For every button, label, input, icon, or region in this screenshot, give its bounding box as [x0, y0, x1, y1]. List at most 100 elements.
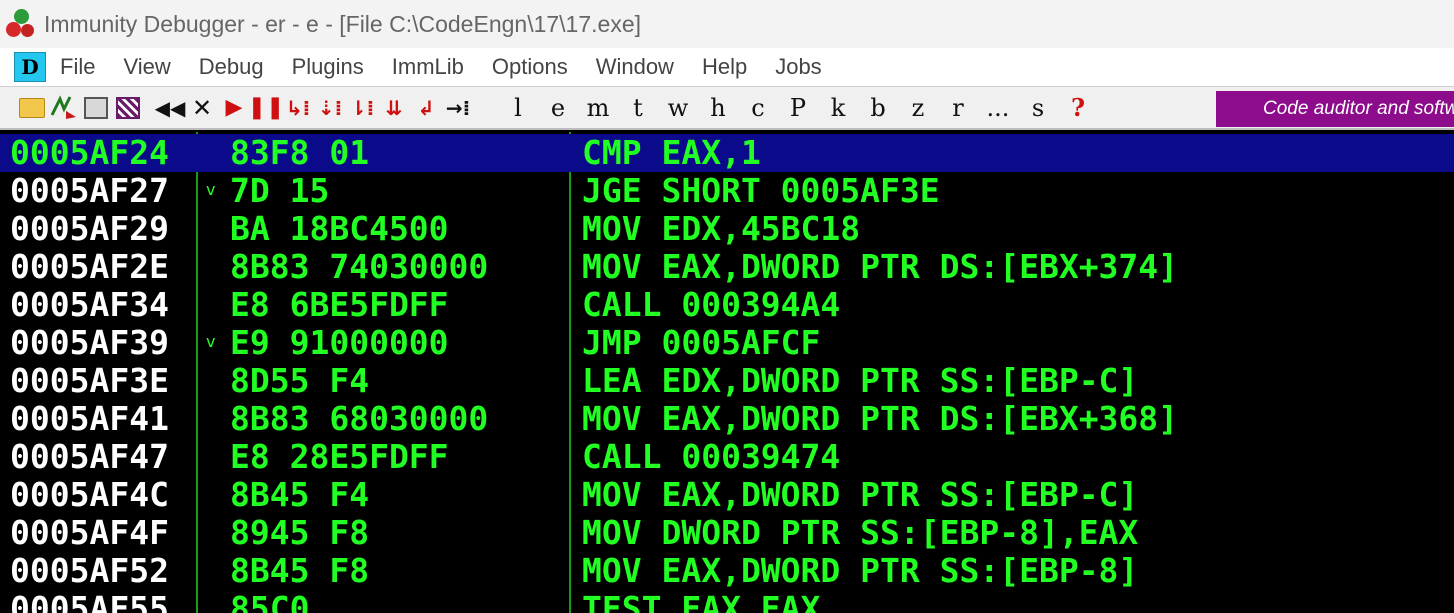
hex-dump-cell: 83F8 01: [230, 133, 370, 172]
instruction-cell: JGE SHORT 0005AF3E: [582, 171, 940, 210]
d-menu-button[interactable]: D: [14, 52, 46, 82]
hex-dump-cell: BA 18BC4500: [230, 209, 449, 248]
instruction-cell: CALL 00039474: [582, 437, 841, 476]
disassembly-row[interactable]: 0005AF39 v E9 91000000 JMP 0005AFCF: [0, 324, 1454, 362]
menu-debug[interactable]: Debug: [199, 54, 264, 80]
disassembly-row[interactable]: 0005AF4F 8945 F8 MOV DWORD PTR SS:[EBP-8],…: [0, 514, 1454, 552]
hex-dump-cell: 8B45 F8: [230, 551, 370, 590]
immunity-debugger-logo-icon: [4, 7, 38, 41]
menu-window[interactable]: Window: [596, 54, 674, 80]
disassembly-row[interactable]: 0005AF29 BA 18BC4500 MOV EDX,45BC18: [0, 210, 1454, 248]
executable-modules-button[interactable]: e: [538, 91, 578, 125]
disassembly-row[interactable]: 0005AF55 85C0 TEST EAX,EAX: [0, 590, 1454, 613]
address-cell: 0005AF4C: [10, 475, 169, 514]
step-into-icon[interactable]: ↳⁞: [282, 91, 314, 125]
hex-dump-cell: 8D55 F4: [230, 361, 370, 400]
instruction-cell: MOV DWORD PTR SS:[EBP-8],EAX: [582, 513, 1139, 552]
disassembly-row[interactable]: 0005AF52 8B45 F8 MOV EAX,DWORD PTR SS:[EBP…: [0, 552, 1454, 590]
threads-button[interactable]: t: [618, 91, 658, 125]
pause-icon[interactable]: ❚❚: [248, 91, 285, 125]
disassembly-row[interactable]: 0005AF4C 8B45 F4 MOV EAX,DWORD PTR SS:[EBP…: [0, 476, 1454, 514]
window-title: Immunity Debugger - er - e - [File C:\Co…: [44, 10, 642, 37]
breakpoints-button[interactable]: b: [858, 91, 898, 125]
address-cell: 0005AF52: [10, 551, 169, 590]
instruction-cell: LEA EDX,DWORD PTR SS:[EBP-C]: [582, 361, 1139, 400]
address-cell: 0005AF34: [10, 285, 169, 324]
trace-into-icon[interactable]: ⇂⁞: [346, 91, 378, 125]
hex-dump-cell: E8 28E5FDFF: [230, 437, 449, 476]
memory-icon[interactable]: [112, 91, 144, 125]
memory-map-button[interactable]: m: [578, 91, 618, 125]
hex-dump-cell: 8B83 68030000: [230, 399, 489, 438]
instruction-cell: MOV EAX,DWORD PTR SS:[EBP-8]: [582, 551, 1139, 590]
menu-immlib[interactable]: ImmLib: [392, 54, 464, 80]
rewind-icon[interactable]: ◀◀: [154, 91, 186, 125]
menu-plugins[interactable]: Plugins: [292, 54, 364, 80]
instruction-cell: MOV EAX,DWORD PTR SS:[EBP-C]: [582, 475, 1139, 514]
toolbar: ◀◀ ✕ ▶ ❚❚ ↳⁞ ⇣⁞ ⇂⁞ ⇊ ↲ →⁞ l e m t w h c …: [0, 86, 1454, 130]
cpu-button[interactable]: c: [738, 91, 778, 125]
disassembly-row[interactable]: 0005AF27 v 7D 15 JGE SHORT 0005AF3E: [0, 172, 1454, 210]
hardware-breakpoints-button[interactable]: z: [898, 91, 938, 125]
run-icon[interactable]: ▶: [218, 91, 250, 125]
restart-icon[interactable]: [48, 91, 80, 125]
instruction-cell: MOV EDX,45BC18: [582, 209, 861, 248]
disassembly-row[interactable]: 0005AF47 E8 28E5FDFF CALL 00039474: [0, 438, 1454, 476]
disassembly-row[interactable]: 0005AF41 8B83 68030000 MOV EAX,DWORD PTR D…: [0, 400, 1454, 438]
menu-options[interactable]: Options: [492, 54, 568, 80]
disassembly-row[interactable]: 0005AF2E 8B83 74030000 MOV EAX,DWORD PTR D…: [0, 248, 1454, 286]
hex-dump-cell: E9 91000000: [230, 323, 449, 362]
instruction-cell: TEST EAX,EAX: [582, 589, 821, 613]
handles-button[interactable]: h: [698, 91, 738, 125]
hex-dump-cell: 7D 15: [230, 171, 330, 210]
close-icon[interactable]: ✕: [186, 91, 218, 125]
menu-bar: D File View Debug Plugins ImmLib Options…: [0, 48, 1454, 86]
step-over-icon[interactable]: ⇣⁞: [314, 91, 346, 125]
log-window-button[interactable]: l: [498, 91, 538, 125]
run-trace-button[interactable]: r: [938, 91, 978, 125]
execute-till-return-icon[interactable]: ↲: [410, 91, 442, 125]
patches-button[interactable]: P: [778, 91, 818, 125]
help-button[interactable]: ?: [1058, 91, 1098, 125]
instruction-cell: JMP 0005AFCF: [582, 323, 821, 362]
hex-dump-cell: 85C0: [230, 589, 310, 613]
jump-arrow-icon: v: [206, 180, 216, 199]
source-button[interactable]: s: [1018, 91, 1058, 125]
go-to-icon[interactable]: →⁞: [442, 91, 474, 125]
call-stack-button[interactable]: k: [818, 91, 858, 125]
disassembly-row[interactable]: 0005AF24 83F8 01 CMP EAX,1: [0, 134, 1454, 172]
menu-jobs[interactable]: Jobs: [775, 54, 821, 80]
hex-dump-cell: 8B83 74030000: [230, 247, 489, 286]
address-cell: 0005AF39: [10, 323, 169, 362]
hex-dump-cell: 8945 F8: [230, 513, 370, 552]
hex-dump-cell: E8 6BE5FDFF: [230, 285, 449, 324]
windows-button[interactable]: w: [658, 91, 698, 125]
address-cell: 0005AF47: [10, 437, 169, 476]
address-cell: 0005AF27: [10, 171, 169, 210]
instruction-cell: MOV EAX,DWORD PTR DS:[EBX+374]: [582, 247, 1179, 286]
close-window-icon[interactable]: [80, 91, 112, 125]
address-cell: 0005AF3E: [10, 361, 169, 400]
instruction-cell: CALL 000394A4: [582, 285, 841, 324]
address-cell: 0005AF41: [10, 399, 169, 438]
open-folder-icon[interactable]: [16, 91, 48, 125]
disassembly-row[interactable]: 0005AF3E 8D55 F4 LEA EDX,DWORD PTR SS:[EBP…: [0, 362, 1454, 400]
disassembly-row[interactable]: 0005AF34 E8 6BE5FDFF CALL 000394A4: [0, 286, 1454, 324]
references-button[interactable]: ...: [978, 91, 1018, 125]
menu-file[interactable]: File: [60, 54, 95, 80]
instruction-cell: MOV EAX,DWORD PTR DS:[EBX+368]: [582, 399, 1179, 438]
address-cell: 0005AF29: [10, 209, 169, 248]
job-banner[interactable]: Code auditor and software assessment spe…: [1216, 91, 1454, 127]
address-cell: 0005AF24: [10, 133, 169, 172]
address-cell: 0005AF2E: [10, 247, 169, 286]
address-cell: 0005AF4F: [10, 513, 169, 552]
address-cell: 0005AF55: [10, 589, 169, 613]
trace-over-icon[interactable]: ⇊: [378, 91, 410, 125]
menu-view[interactable]: View: [123, 54, 170, 80]
menu-help[interactable]: Help: [702, 54, 747, 80]
title-bar: Immunity Debugger - er - e - [File C:\Co…: [0, 0, 1454, 48]
disassembly-pane[interactable]: 0005AF24 83F8 01 CMP EAX,1 0005AF27 v 7D 15 JG…: [0, 132, 1454, 613]
hex-dump-cell: 8B45 F4: [230, 475, 370, 514]
instruction-cell: CMP EAX,1: [582, 133, 761, 172]
jump-arrow-icon: v: [206, 332, 216, 351]
